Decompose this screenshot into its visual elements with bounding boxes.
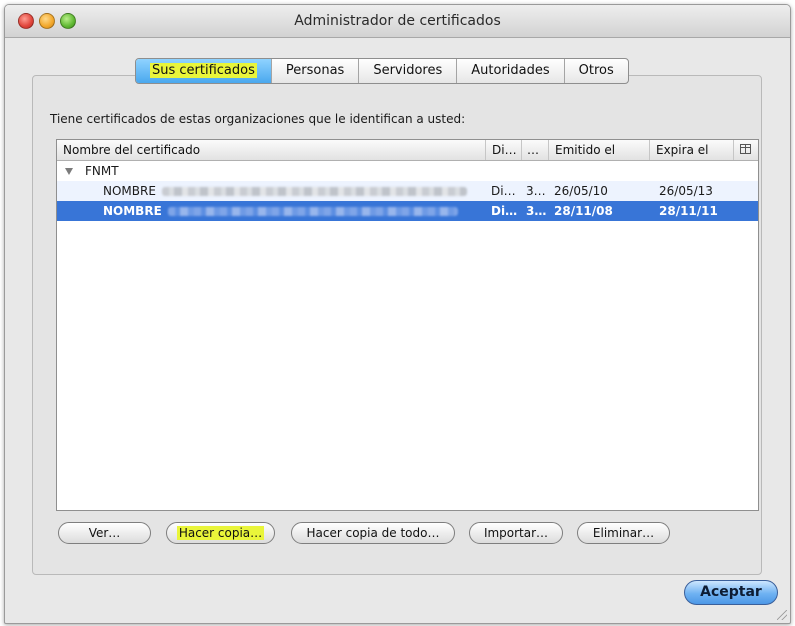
table-row-selected[interactable]: NOMBRE Di… 3… 28/11/08 28/11/11 [57, 201, 758, 221]
accept-button[interactable]: Aceptar [684, 580, 778, 605]
cert-col2: Di… [491, 184, 516, 198]
column-header-di[interactable]: Di… [485, 140, 521, 160]
column-header-more[interactable]: … [521, 140, 548, 160]
tab-people[interactable]: Personas [270, 59, 358, 83]
cert-name-cell: NOMBRE [103, 201, 485, 221]
delete-button[interactable]: Eliminar… [577, 522, 670, 544]
intro-text: Tiene certificados de estas organizacion… [50, 112, 466, 126]
disclosure-triangle-icon[interactable] [65, 168, 73, 175]
cert-expires: 26/05/13 [659, 184, 713, 198]
column-header-name[interactable]: Nombre del certificado [57, 140, 485, 160]
cert-col3: 3… [526, 204, 547, 218]
backup-all-button[interactable]: Hacer copia de todo… [291, 522, 455, 544]
table-header: Nombre del certificado Di… … Emitido el … [57, 140, 758, 161]
backup-button-label: Hacer copia… [176, 526, 265, 540]
import-button[interactable]: Importar… [469, 522, 563, 544]
tab-bar: Sus certificados Personas Servidores Aut… [135, 58, 629, 84]
cert-issued: 28/11/08 [554, 204, 613, 218]
cert-expires: 28/11/11 [659, 204, 718, 218]
column-header-expires[interactable]: Expira el [649, 140, 733, 160]
table-row[interactable]: NOMBRE Di… 3… 26/05/10 26/05/13 [57, 181, 758, 201]
resize-grip-icon[interactable] [777, 610, 787, 620]
cert-name: NOMBRE [103, 184, 156, 198]
window-title: Administrador de certificados [294, 13, 501, 29]
tab-label: Sus certificados [150, 63, 257, 78]
cert-col3: 3… [526, 184, 546, 198]
cert-name-cell: NOMBRE [103, 181, 485, 201]
tab-authorities[interactable]: Autoridades [456, 59, 563, 83]
title-bar: Administrador de certificados [5, 5, 790, 38]
redacted-name [161, 187, 467, 196]
tab-your-certificates[interactable]: Sus certificados [136, 59, 271, 83]
redacted-name [167, 207, 458, 216]
cert-issued: 26/05/10 [554, 184, 608, 198]
backup-button[interactable]: Hacer copia… [166, 522, 275, 544]
cert-name: NOMBRE [103, 204, 162, 218]
column-picker-icon[interactable] [733, 140, 758, 160]
cert-col2: Di… [491, 204, 518, 218]
tree-group-row[interactable]: FNMT [57, 161, 758, 181]
column-header-issued[interactable]: Emitido el [548, 140, 649, 160]
tab-servers[interactable]: Servidores [358, 59, 456, 83]
column-picker-glyph [740, 144, 751, 154]
view-button[interactable]: Ver… [58, 522, 151, 544]
tab-others[interactable]: Otros [563, 59, 628, 83]
group-label: FNMT [85, 164, 119, 178]
certificate-table: Nombre del certificado Di… … Emitido el … [56, 139, 759, 511]
